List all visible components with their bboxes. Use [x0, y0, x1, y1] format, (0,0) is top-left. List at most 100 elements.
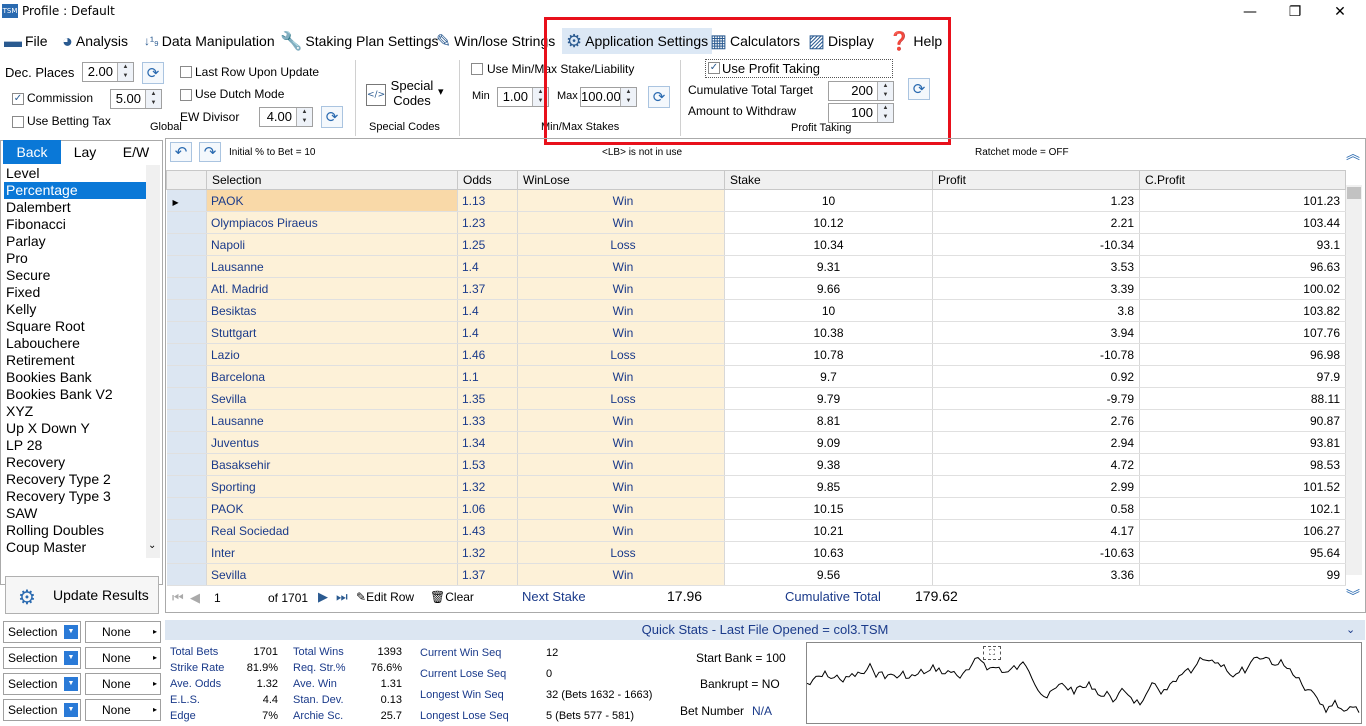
close-icon[interactable]: ✕: [1320, 2, 1360, 22]
strategy-item[interactable]: Square Root: [4, 318, 146, 335]
table-cell[interactable]: Olympiacos Piraeus: [206, 211, 458, 234]
strategy-item[interactable]: Retirement: [4, 352, 146, 369]
row-selector[interactable]: [166, 255, 207, 278]
table-cell[interactable]: Real Sociedad: [206, 519, 458, 542]
table-row[interactable]: Basaksehir 1.53 Win 9.38 4.72 98.53: [166, 453, 1346, 476]
table-cell[interactable]: Win: [517, 519, 725, 542]
selection-value-dropdown[interactable]: None ▸: [85, 699, 161, 721]
table-cell[interactable]: Win: [517, 453, 725, 476]
strategy-item[interactable]: LP 28: [4, 437, 146, 454]
table-cell[interactable]: 88.11: [1139, 387, 1346, 410]
table-cell[interactable]: 10.15: [724, 497, 933, 520]
tab-lay[interactable]: Lay: [63, 140, 107, 164]
table-cell[interactable]: 1.53: [457, 453, 518, 476]
table-cell[interactable]: 3.39: [932, 277, 1140, 300]
table-cell[interactable]: 106.27: [1139, 519, 1346, 542]
strategy-item[interactable]: Recovery Type 2: [4, 471, 146, 488]
table-cell[interactable]: 4.17: [932, 519, 1140, 542]
table-cell[interactable]: 1.35: [457, 387, 518, 410]
restore-icon[interactable]: ❐: [1275, 2, 1315, 22]
collapse-icon[interactable]: ⌄: [1346, 623, 1355, 636]
table-cell[interactable]: Win: [517, 431, 725, 454]
table-cell[interactable]: 1.46: [457, 343, 518, 366]
menu-winlose-strings[interactable]: ✎ Win/lose Strings: [436, 28, 555, 54]
table-cell[interactable]: 102.1: [1139, 497, 1346, 520]
table-row[interactable]: Olympiacos Piraeus 1.23 Win 10.12 2.21 103.44: [166, 211, 1346, 234]
commission-checkbox[interactable]: ✓: [12, 93, 24, 105]
table-cell[interactable]: 10.21: [724, 519, 933, 542]
table-cell[interactable]: Win: [517, 563, 725, 586]
edit-row-button[interactable]: ✎Edit Row: [356, 590, 414, 604]
table-cell[interactable]: 9.09: [724, 431, 933, 454]
table-cell[interactable]: 1.13: [457, 189, 518, 212]
strategy-item[interactable]: Recovery: [4, 454, 146, 471]
table-cell[interactable]: PAOK: [206, 189, 458, 212]
row-selector[interactable]: [166, 541, 207, 564]
spinner-arrows-icon[interactable]: ▲ ▼: [117, 63, 133, 81]
table-cell[interactable]: 9.56: [724, 563, 933, 586]
table-cell[interactable]: 10: [724, 189, 933, 212]
table-cell[interactable]: 98.53: [1139, 453, 1346, 476]
table-cell[interactable]: 2.94: [932, 431, 1140, 454]
table-cell[interactable]: 3.53: [932, 255, 1140, 278]
strategy-item[interactable]: XYZ: [4, 403, 146, 420]
table-cell[interactable]: -10.63: [932, 541, 1140, 564]
table-cell[interactable]: 3.94: [932, 321, 1140, 344]
menu-file[interactable]: ▬ File: [4, 28, 48, 54]
table-cell[interactable]: 1.4: [457, 255, 518, 278]
table-cell[interactable]: 9.38: [724, 453, 933, 476]
table-cell[interactable]: -10.78: [932, 343, 1140, 366]
table-cell[interactable]: Win: [517, 277, 725, 300]
table-cell[interactable]: 9.7: [724, 365, 933, 388]
redo-icon[interactable]: ↷: [199, 142, 221, 162]
table-cell[interactable]: Loss: [517, 387, 725, 410]
strategy-item[interactable]: Rolling Doubles: [4, 522, 146, 539]
table-cell[interactable]: 0.92: [932, 365, 1140, 388]
table-cell[interactable]: 101.52: [1139, 475, 1346, 498]
dropdown-arrow-icon[interactable]: ▾: [438, 85, 444, 98]
table-row[interactable]: Napoli 1.25 Loss 10.34 -10.34 93.1: [166, 233, 1346, 256]
table-cell[interactable]: Win: [517, 365, 725, 388]
table-row[interactable]: Atl. Madrid 1.37 Win 9.66 3.39 100.02: [166, 277, 1346, 300]
table-cell[interactable]: 10: [724, 299, 933, 322]
table-cell[interactable]: 1.1: [457, 365, 518, 388]
table-cell[interactable]: 1.25: [457, 233, 518, 256]
table-cell[interactable]: Win: [517, 299, 725, 322]
table-row[interactable]: PAOK 1.06 Win 10.15 0.58 102.1: [166, 497, 1346, 520]
table-cell[interactable]: Win: [517, 475, 725, 498]
table-cell[interactable]: Napoli: [206, 233, 458, 256]
table-cell[interactable]: Sporting: [206, 475, 458, 498]
scroll-thumb[interactable]: [1347, 187, 1361, 199]
strategy-item[interactable]: Recovery Type 3: [4, 488, 146, 505]
table-cell[interactable]: 1.32: [457, 541, 518, 564]
table-cell[interactable]: 10.34: [724, 233, 933, 256]
table-row[interactable]: Sporting 1.32 Win 9.85 2.99 101.52: [166, 475, 1346, 498]
row-selector[interactable]: [166, 211, 207, 234]
table-cell[interactable]: Basaksehir: [206, 453, 458, 476]
table-cell[interactable]: Sevilla: [206, 563, 458, 586]
table-cell[interactable]: 95.64: [1139, 541, 1346, 564]
scrollbar[interactable]: [146, 165, 160, 558]
table-cell[interactable]: 9.66: [724, 277, 933, 300]
table-cell[interactable]: Stuttgart: [206, 321, 458, 344]
table-cell[interactable]: Inter: [206, 541, 458, 564]
table-cell[interactable]: 9.31: [724, 255, 933, 278]
commission-spinner[interactable]: 5.00 ▲ ▼: [110, 89, 162, 109]
table-cell[interactable]: 1.23: [932, 189, 1140, 212]
table-row[interactable]: ▶ PAOK 1.13 Win 10 1.23 101.23: [166, 189, 1346, 212]
table-row[interactable]: Barcelona 1.1 Win 9.7 0.92 97.9: [166, 365, 1346, 388]
column-header[interactable]: WinLose: [517, 170, 725, 190]
column-header[interactable]: Selection: [206, 170, 458, 190]
table-cell[interactable]: 1.4: [457, 299, 518, 322]
table-cell[interactable]: 1.33: [457, 409, 518, 432]
selection-value-dropdown[interactable]: None ▸: [85, 621, 161, 643]
row-selector[interactable]: [166, 453, 207, 476]
strategy-item[interactable]: Percentage: [4, 182, 146, 199]
table-cell[interactable]: 3.8: [932, 299, 1140, 322]
row-selector[interactable]: [166, 431, 207, 454]
row-selector[interactable]: [166, 497, 207, 520]
table-cell[interactable]: 1.43: [457, 519, 518, 542]
minmax-checkbox[interactable]: [471, 63, 483, 75]
table-cell[interactable]: Besiktas: [206, 299, 458, 322]
table-cell[interactable]: Loss: [517, 541, 725, 564]
